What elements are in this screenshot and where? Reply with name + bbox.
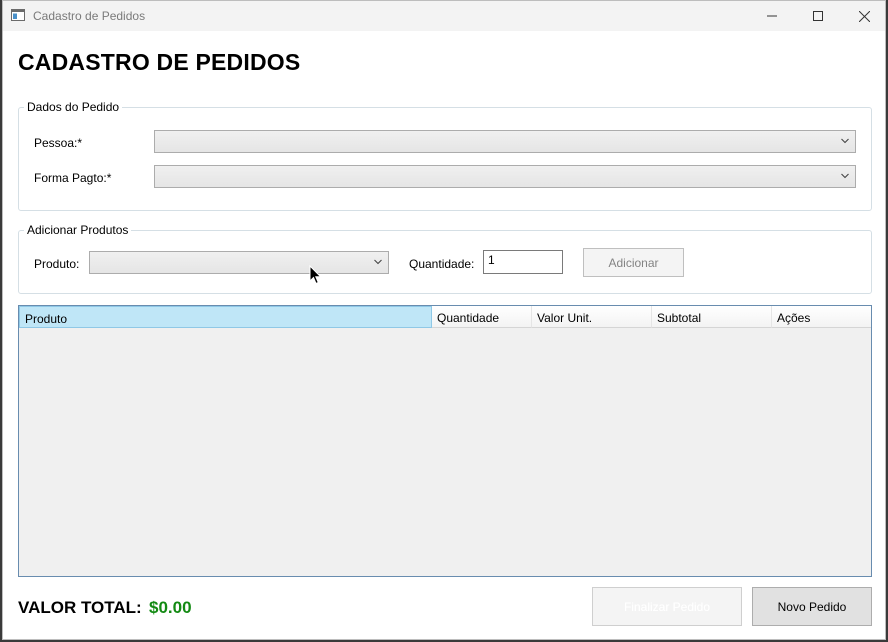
pessoa-combobox[interactable] — [154, 130, 856, 153]
chevron-down-icon — [374, 259, 382, 265]
pessoa-label: Pessoa:* — [34, 136, 83, 150]
close-icon — [858, 10, 870, 22]
items-datagrid[interactable]: Produto Quantidade Valor Unit. Subtotal … — [18, 305, 872, 577]
quantidade-input[interactable]: 1 — [483, 250, 563, 274]
maximize-icon — [813, 11, 823, 21]
new-order-button[interactable]: Novo Pedido — [752, 587, 872, 626]
order-data-group-label: Dados do Pedido — [24, 100, 123, 114]
column-header-subtotal[interactable]: Subtotal — [652, 306, 772, 328]
window-title: Cadastro de Pedidos — [33, 9, 146, 23]
page-title: CADASTRO DE PEDIDOS — [18, 49, 301, 75]
chevron-down-icon — [841, 138, 849, 144]
produto-label: Produto: — [34, 257, 80, 271]
column-header-quantidade[interactable]: Quantidade — [432, 306, 532, 328]
minimize-icon — [767, 15, 777, 17]
grid-header: Produto Quantidade Valor Unit. Subtotal … — [19, 306, 871, 328]
app-window-icon — [11, 9, 25, 21]
title-bar[interactable]: Cadastro de Pedidos — [3, 1, 885, 31]
finalize-order-button[interactable]: Finalizar Pedido — [592, 587, 742, 626]
forma-pagto-label: Forma Pagto:* — [34, 171, 112, 185]
total-label: VALOR TOTAL: — [18, 598, 142, 617]
add-product-button[interactable]: Adicionar — [583, 248, 684, 277]
produto-combobox[interactable] — [89, 251, 389, 274]
column-header-acoes[interactable]: Ações — [772, 306, 871, 328]
mouse-cursor-icon — [309, 265, 322, 285]
main-window: Cadastro de Pedidos CADASTRO DE PEDIDOS … — [2, 0, 886, 640]
chevron-down-icon — [841, 173, 849, 179]
column-header-produto[interactable]: Produto — [19, 306, 432, 328]
column-header-valor-unit[interactable]: Valor Unit. — [532, 306, 652, 328]
maximize-button[interactable] — [795, 1, 841, 31]
forma-pagto-combobox[interactable] — [154, 165, 856, 188]
add-products-group-label: Adicionar Produtos — [24, 223, 132, 237]
order-data-group: Dados do Pedido — [18, 100, 872, 211]
quantidade-label: Quantidade: — [409, 257, 475, 271]
total-value: $0.00 — [149, 598, 192, 617]
minimize-button[interactable] — [749, 1, 795, 31]
close-button[interactable] — [841, 1, 887, 31]
